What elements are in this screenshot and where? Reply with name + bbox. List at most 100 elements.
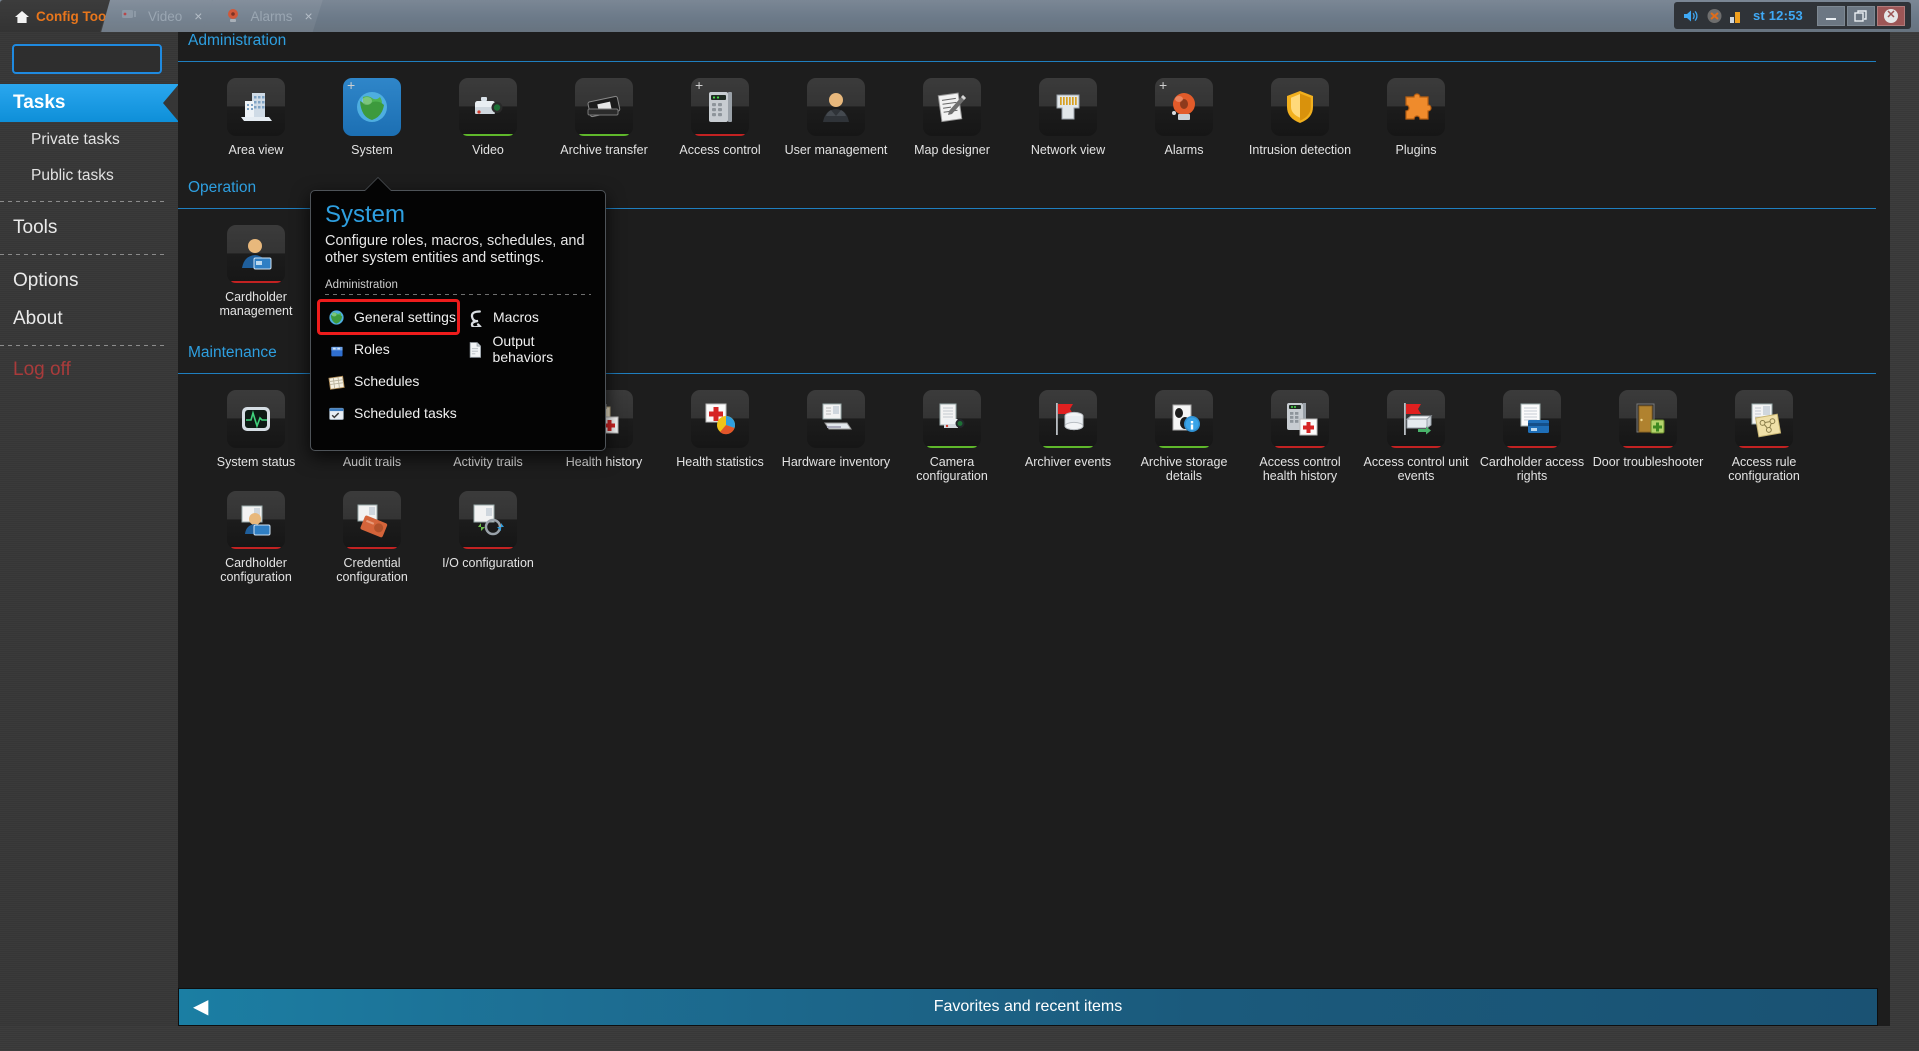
tile-archive-transfer[interactable]: Archive transfer [546,78,662,157]
tile-label: Network view [1012,143,1124,157]
network-disconnected-icon[interactable] [1706,8,1723,24]
tile-system-status[interactable]: System status [198,390,314,483]
sidebar-item-label: About [13,308,63,330]
tile-access-rule-configuration[interactable]: Access rule configuration [1706,390,1822,483]
tile-access-control[interactable]: + Access control [662,78,778,157]
sidebar-divider [0,201,168,202]
search-input[interactable] [12,44,162,74]
tile-label: Access control [664,143,776,157]
tab-video[interactable]: Video × [100,0,212,32]
battery-icon[interactable] [1729,8,1743,24]
sidebar-divider [0,345,168,346]
tile-system[interactable]: +System [314,78,430,157]
sidebar-item-options[interactable]: Options [0,262,178,300]
tab-alarms[interactable]: Alarms × [202,0,322,32]
sidebar-item-tasks[interactable]: Tasks [0,84,178,122]
tile-accent-bar [463,547,513,549]
tile-i-o-configuration[interactable]: I/O configuration [430,491,546,584]
tile-access-control-health-history[interactable]: Access control health history [1242,390,1358,483]
menu-item-label: Scheduled tasks [354,405,457,421]
sidebar-item-public-tasks[interactable]: Public tasks [0,158,178,194]
tile-label: Area view [200,143,312,157]
tile-label: I/O configuration [432,556,544,570]
tile-row-administration: Area view+SystemVideoArchive transfer + Ac… [178,62,1890,173]
tile-cardholder-access-rights[interactable]: Cardholder access rights [1474,390,1590,483]
tile-label: Access rule configuration [1708,455,1820,483]
tile-accent-bar [231,281,281,283]
tile-label: Credential configuration [316,556,428,584]
application-window: Config Tool Video × Alarms [0,0,1919,1051]
globe-icon [325,307,347,327]
shield-icon [1271,78,1329,136]
tab-config-tool[interactable]: Config Tool [0,0,110,32]
menu-item-macros[interactable]: Macros [458,301,597,333]
tile-plugins[interactable]: Plugins [1358,78,1474,157]
tile-video[interactable]: Video [430,78,546,157]
log-off-button[interactable]: Log off [0,353,178,387]
menu-item-scheduled-tasks[interactable]: Scheduled tasks [319,397,458,429]
roles-icon [325,339,347,359]
tile-label: Intrusion detection [1244,143,1356,157]
tile-label: Archiver events [1012,455,1124,469]
sidebar-item-label: Private tasks [31,131,120,149]
tile-label: User management [780,143,892,157]
sidebar-item-tools[interactable]: Tools [0,209,178,247]
keypad-icon: + [691,78,749,136]
tile-intrusion-detection[interactable]: Intrusion detection [1242,78,1358,157]
minimize-button[interactable] [1817,6,1845,26]
sidebar-item-label: Tools [13,217,57,239]
tile-archiver-events[interactable]: Archiver events [1010,390,1126,483]
plus-badge-icon: + [347,79,355,91]
tile-user-management[interactable]: User management [778,78,894,157]
popup-column-1: General settingsRoles Schedules Scheduled … [319,301,458,429]
tile-accent-bar [1043,446,1093,448]
collapse-arrow-icon[interactable]: ◀ [193,997,208,1017]
tile-credential-configuration[interactable]: Credential configuration [314,491,430,584]
close-icon[interactable]: × [305,9,313,23]
speaker-icon[interactable] [1682,8,1700,24]
tile-archive-storage-details[interactable]: Archive storage details [1126,390,1242,483]
tile-access-control-unit-events[interactable]: Access control unit events [1358,390,1474,483]
tile-label: Access control health history [1244,455,1356,483]
menu-item-output-behaviors[interactable]: Output behaviors [458,333,597,365]
tab-label: Video [148,9,182,24]
menu-item-label: Schedules [354,373,419,389]
tile-network-view[interactable]: Network view [1010,78,1126,157]
tile-hardware-inventory[interactable]: Hardware inventory [778,390,894,483]
tile-accent-bar [1739,446,1789,448]
tile-cardholder-management[interactable]: Cardholder management [198,225,314,318]
favorites-bar[interactable]: ◀ Favorites and recent items [178,988,1878,1026]
user-icon [807,78,865,136]
sidebar-item-about[interactable]: About [0,300,178,338]
main-content: Administration Area view+SystemVideoArch… [178,32,1890,1051]
close-icon[interactable]: × [194,9,202,23]
tile-map-designer[interactable]: Map designer [894,78,1010,157]
clock: st 12:53 [1753,8,1803,23]
tile-alarms[interactable]: + Alarms [1126,78,1242,157]
tile-door-troubleshooter[interactable]: Door troubleshooter [1590,390,1706,483]
rule-note-icon [1735,390,1793,448]
tile-label: Activity trails [432,455,544,469]
menu-item-general-settings[interactable]: General settings [319,301,458,333]
tile-accent-bar [347,547,397,549]
menu-item-label: Output behaviors [493,333,597,365]
tile-label: Door troubleshooter [1592,455,1704,469]
io-config-icon [459,491,517,549]
popup-menu-grid: General settingsRoles Schedules Scheduled … [311,301,605,429]
popup-tail [365,178,391,191]
tile-label: Alarms [1128,143,1240,157]
sidebar-item-private-tasks[interactable]: Private tasks [0,122,178,158]
tile-health-statistics[interactable]: Health statistics [662,390,778,483]
tile-camera-configuration[interactable]: Camera configuration [894,390,1010,483]
plus-badge-icon: + [1159,79,1167,91]
favorites-label: Favorites and recent items [934,998,1123,1016]
close-button[interactable]: ✕ [1877,6,1905,26]
puzzle-icon [1387,78,1445,136]
restore-button[interactable] [1847,6,1875,26]
menu-item-roles[interactable]: Roles [319,333,458,365]
menu-item-schedules[interactable]: Schedules [319,365,458,397]
pie-cross-icon [691,390,749,448]
tile-cardholder-configuration[interactable]: Cardholder configuration [198,491,314,584]
tile-area-view[interactable]: Area view [198,78,314,157]
tile-accent-bar [695,134,745,136]
